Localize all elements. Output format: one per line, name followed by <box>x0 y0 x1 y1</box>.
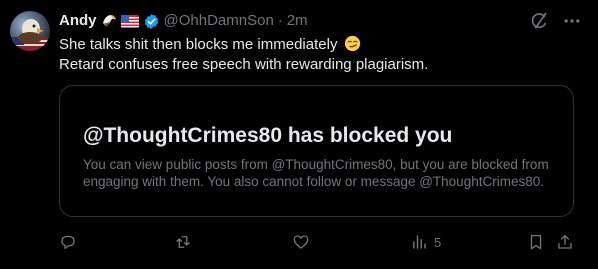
views-count: 5 <box>434 234 442 250</box>
repost-button[interactable] <box>174 232 192 252</box>
blocked-notice-card: @ThoughtCrimes80 has blocked you You can… <box>59 85 574 217</box>
us-flag-emoji <box>120 14 139 28</box>
post-text: She talks shit then blocks me immediatel… <box>59 35 579 75</box>
post-header: Andy @OhhDamnSon · 2m <box>59 12 308 30</box>
action-bar: 5 <box>0 232 598 254</box>
avatar[interactable] <box>10 11 50 51</box>
views-icon <box>413 235 426 249</box>
verified-badge-icon[interactable] <box>143 13 160 30</box>
separator-dot: · <box>277 12 283 29</box>
more-options-icon[interactable] <box>562 11 582 31</box>
grok-icon[interactable] <box>529 11 549 31</box>
like-icon <box>293 235 309 249</box>
smirking-face-emoji <box>344 35 361 52</box>
bookmark-icon <box>530 234 542 250</box>
author-name[interactable]: Andy <box>59 12 97 30</box>
author-handle[interactable]: @OhhDamnSon <box>164 12 274 30</box>
reply-button[interactable] <box>59 232 77 252</box>
eagle-emoji <box>101 13 117 29</box>
blocked-notice-description: You can view public posts from @ThoughtC… <box>83 157 549 189</box>
post-text-line-2: Retard confuses free speech with rewardi… <box>59 56 429 73</box>
views-button[interactable]: 5 <box>410 232 441 252</box>
reply-icon <box>61 235 75 250</box>
like-button[interactable] <box>292 232 310 252</box>
share-icon <box>558 234 572 249</box>
post-timestamp[interactable]: 2m <box>287 12 308 30</box>
post[interactable]: Andy @OhhDamnSon · 2m She talks shit the… <box>0 0 598 269</box>
repost-icon <box>176 236 190 248</box>
share-button[interactable] <box>556 232 574 252</box>
blocked-notice-title: @ThoughtCrimes80 has blocked you <box>83 124 453 147</box>
post-text-line-1: She talks shit then blocks me immediatel… <box>59 36 338 53</box>
bookmark-button[interactable] <box>527 232 545 252</box>
avatar-image <box>10 19 50 51</box>
